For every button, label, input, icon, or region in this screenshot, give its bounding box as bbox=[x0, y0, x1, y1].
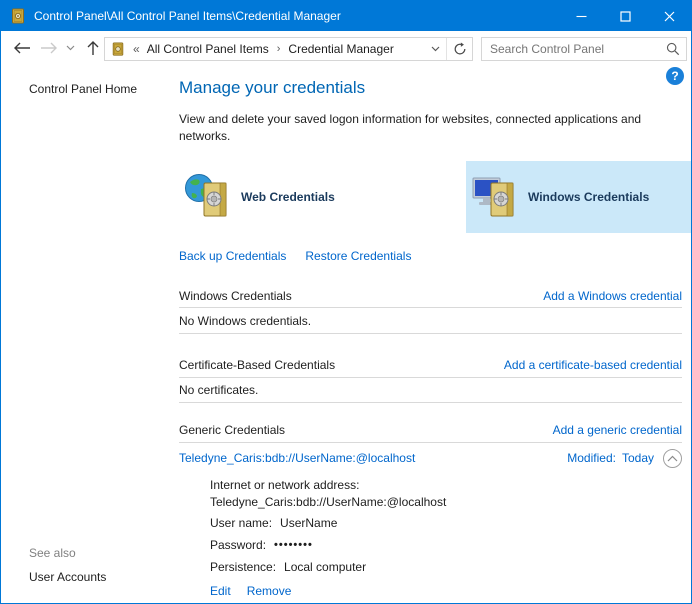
password-value: •••••••• bbox=[274, 537, 313, 554]
persistence-label: Persistence: bbox=[210, 559, 276, 576]
refresh-icon bbox=[453, 42, 467, 56]
see-also-label: See also bbox=[29, 546, 76, 560]
empty-text: No certificates. bbox=[179, 383, 258, 397]
minimize-button[interactable] bbox=[559, 1, 603, 31]
credential-manager-window: Control Panel\All Control Panel Items\Cr… bbox=[0, 0, 692, 604]
up-arrow-icon bbox=[86, 40, 100, 56]
collapse-credential-button[interactable] bbox=[663, 449, 682, 468]
address-value-line: Teledyne_Caris:bdb://UserName:@localhost bbox=[210, 494, 446, 511]
add-generic-credential-link[interactable]: Add a generic credential bbox=[553, 423, 682, 437]
close-icon bbox=[664, 11, 675, 22]
modified-label: Modified: bbox=[567, 451, 616, 465]
windows-credentials-icon bbox=[471, 173, 519, 221]
credential-details: Internet or network address: Teledyne_Ca… bbox=[210, 477, 446, 600]
windows-credentials-empty: No Windows credentials. bbox=[179, 308, 682, 334]
page-title: Manage your credentials bbox=[179, 78, 365, 98]
address-label-line: Internet or network address: bbox=[210, 477, 446, 494]
persistence-line: Persistence: Local computer bbox=[210, 559, 446, 576]
search-box bbox=[481, 37, 687, 61]
password-label: Password: bbox=[210, 537, 266, 554]
address-dropdown-button[interactable] bbox=[424, 38, 446, 60]
username-label: User name: bbox=[210, 515, 272, 532]
minimize-icon bbox=[576, 11, 587, 22]
chevron-down-icon bbox=[66, 45, 75, 51]
certificate-credentials-section-header: Certificate-Based Credentials Add a cert… bbox=[179, 352, 682, 378]
remove-credential-link[interactable]: Remove bbox=[247, 583, 292, 600]
refresh-button[interactable] bbox=[446, 38, 472, 60]
window-controls bbox=[559, 1, 691, 31]
credential-item-actions: Edit Remove bbox=[210, 583, 446, 600]
credential-manager-icon bbox=[10, 8, 26, 24]
forward-arrow-icon bbox=[40, 41, 58, 55]
window-title: Control Panel\All Control Panel Items\Cr… bbox=[34, 9, 341, 23]
back-button[interactable] bbox=[9, 31, 35, 64]
title-bar: Control Panel\All Control Panel Items\Cr… bbox=[1, 1, 691, 31]
restore-credentials-link[interactable]: Restore Credentials bbox=[305, 249, 411, 263]
username-line: User name: UserName bbox=[210, 515, 446, 532]
sidebar: Control Panel Home See also User Account… bbox=[1, 64, 179, 602]
sidebar-item-control-panel-home[interactable]: Control Panel Home bbox=[29, 82, 137, 96]
address-value: Teledyne_Caris:bdb://UserName:@localhost bbox=[210, 494, 446, 511]
maximize-icon bbox=[620, 11, 631, 22]
username-value: UserName bbox=[280, 515, 337, 532]
windows-credentials-tile[interactable]: Windows Credentials bbox=[466, 161, 691, 233]
chevron-down-icon bbox=[431, 46, 440, 52]
back-arrow-icon bbox=[13, 41, 31, 55]
windows-credentials-section-header: Windows Credentials Add a Windows creden… bbox=[179, 284, 682, 308]
breadcrumb-item-credential-manager[interactable]: Credential Manager bbox=[288, 42, 393, 56]
edit-credential-link[interactable]: Edit bbox=[210, 583, 231, 600]
navigation-bar: « All Control Panel Items › Credential M… bbox=[1, 31, 691, 64]
credential-manager-icon-small bbox=[111, 42, 125, 56]
credential-row: Teledyne_Caris:bdb://UserName:@localhost… bbox=[179, 443, 682, 473]
empty-text: No Windows credentials. bbox=[179, 314, 311, 328]
credential-row-right: Modified: Today bbox=[567, 449, 682, 468]
breadcrumb-overflow-chevrons[interactable]: « bbox=[133, 42, 140, 56]
close-button[interactable] bbox=[647, 1, 691, 31]
web-credentials-icon bbox=[184, 173, 232, 221]
generic-credentials-section-header: Generic Credentials Add a generic creden… bbox=[179, 417, 682, 443]
maximize-button[interactable] bbox=[603, 1, 647, 31]
password-line: Password: •••••••• bbox=[210, 537, 446, 554]
up-button[interactable] bbox=[81, 31, 105, 64]
search-input[interactable] bbox=[482, 42, 660, 56]
page-description: View and delete your saved logon informa… bbox=[179, 111, 682, 145]
web-credentials-tile[interactable]: Web Credentials bbox=[179, 161, 406, 233]
add-certificate-credential-link[interactable]: Add a certificate-based credential bbox=[504, 358, 682, 372]
address-bar-right bbox=[424, 38, 472, 60]
address-label: Internet or network address: bbox=[210, 477, 359, 494]
breadcrumb-item-all-control-panel-items[interactable]: All Control Panel Items bbox=[147, 42, 269, 56]
web-credentials-label: Web Credentials bbox=[241, 190, 335, 204]
sidebar-item-user-accounts[interactable]: User Accounts bbox=[29, 570, 106, 584]
section-title: Generic Credentials bbox=[179, 423, 285, 437]
certificate-credentials-empty: No certificates. bbox=[179, 378, 682, 403]
persistence-value: Local computer bbox=[284, 559, 366, 576]
windows-credentials-label: Windows Credentials bbox=[528, 190, 649, 204]
section-title: Certificate-Based Credentials bbox=[179, 358, 335, 372]
chevron-up-icon bbox=[667, 455, 678, 462]
backup-credentials-link[interactable]: Back up Credentials bbox=[179, 249, 286, 263]
forward-button[interactable] bbox=[37, 31, 61, 64]
modified-value: Today bbox=[622, 451, 654, 465]
recent-pages-dropdown[interactable] bbox=[61, 31, 79, 64]
search-icon bbox=[666, 42, 680, 56]
credential-type-tiles: Web Credentials bbox=[179, 161, 691, 233]
credential-name-link[interactable]: Teledyne_Caris:bdb://UserName:@localhost bbox=[179, 451, 415, 465]
main-content: Manage your credentials View and delete … bbox=[179, 64, 691, 602]
add-windows-credential-link[interactable]: Add a Windows credential bbox=[543, 289, 682, 303]
search-button[interactable] bbox=[660, 38, 686, 60]
section-title: Windows Credentials bbox=[179, 289, 292, 303]
credential-actions: Back up Credentials Restore Credentials bbox=[179, 249, 411, 263]
breadcrumb-separator-icon[interactable]: › bbox=[277, 43, 281, 55]
address-bar[interactable]: « All Control Panel Items › Credential M… bbox=[104, 37, 473, 61]
